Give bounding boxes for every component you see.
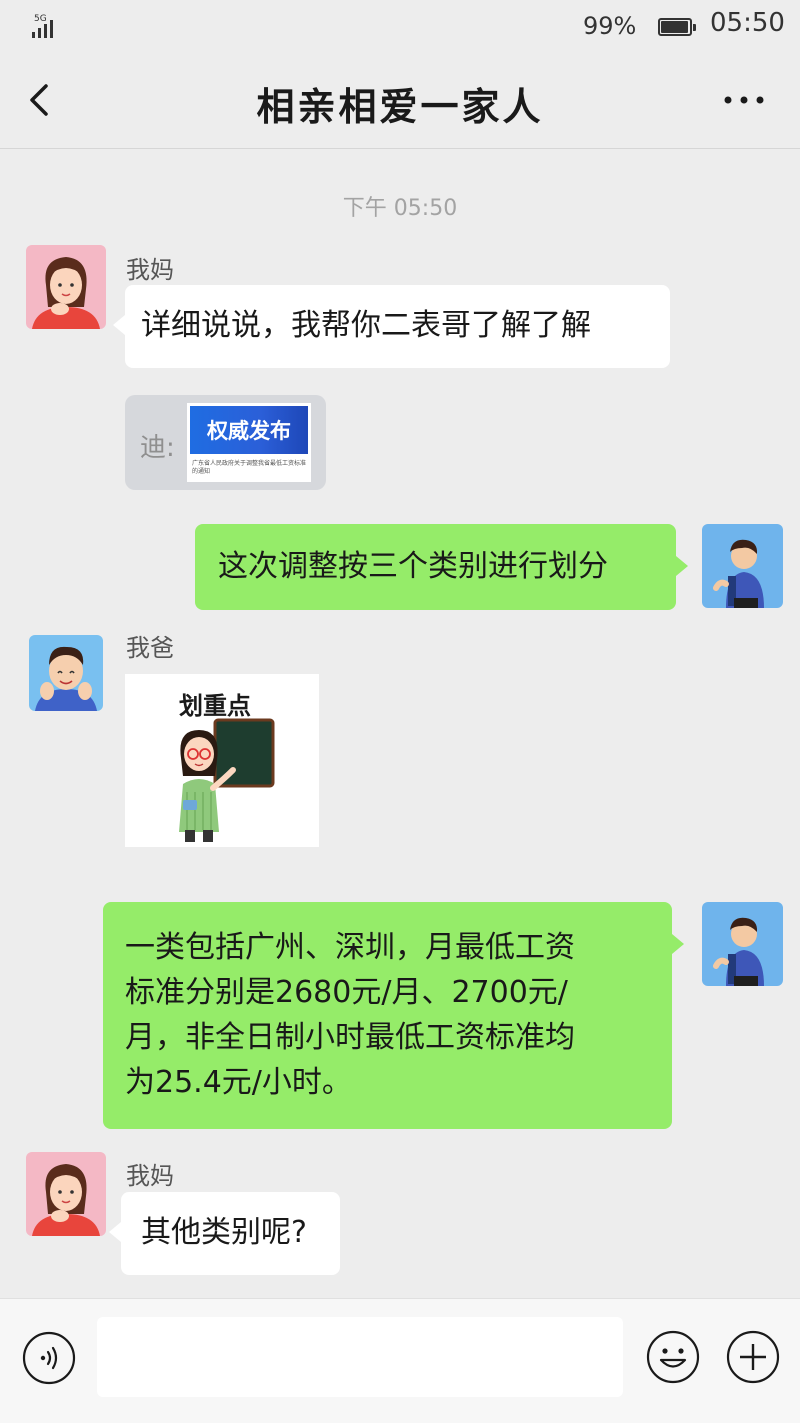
voice-icon[interactable] <box>22 1331 76 1385</box>
message-text: 详细说说，我帮你二表哥了解了解 <box>141 308 591 343</box>
message-text-line: 为25.4元/小时。 <box>125 1065 352 1100</box>
chat-header: 相亲相爱一家人 <box>0 52 800 149</box>
signal-icon: 5G <box>30 14 74 38</box>
ellipsis-icon[interactable] <box>722 82 766 118</box>
mom-avatar[interactable] <box>26 1152 106 1236</box>
message-bubble[interactable]: 详细说说，我帮你二表哥了解了解 <box>113 285 670 368</box>
chat-title: 相亲相爱一家人 <box>256 85 544 129</box>
mom-avatar[interactable] <box>26 245 106 329</box>
sticker-image[interactable]: 划重点 <box>125 674 319 847</box>
message-input[interactable] <box>97 1317 623 1397</box>
sender-name: 我妈 <box>126 1162 174 1190</box>
status-time: 05:50 <box>710 8 785 38</box>
sender-name: 我妈 <box>126 256 174 284</box>
message-text: 其他类别呢? <box>141 1215 307 1250</box>
battery-icon <box>658 18 698 38</box>
battery-percent: 99% <box>583 12 637 40</box>
smiley-icon[interactable] <box>645 1329 701 1385</box>
message-bubble[interactable]: 这次调整按三个类别进行划分 <box>195 524 688 610</box>
sender-name: 我爸 <box>126 634 174 662</box>
status-bar: 5G 99% 05:50 <box>0 0 800 52</box>
dad-avatar[interactable] <box>29 635 103 711</box>
message-bubble[interactable]: 其他类别呢? <box>109 1192 340 1275</box>
article-thumbnail[interactable]: 权威发布 广东省人民政府关于调整我省最低工资标准的通知 <box>187 403 311 482</box>
article-caption: 广东省人民政府关于调整我省最低工资标准的通知 <box>192 460 307 475</box>
message-bubble[interactable]: 一类包括广州、深圳，月最低工资 标准分别是2680元/月、2700元/ 月，非全… <box>103 902 684 1129</box>
message-text-line: 月，非全日制小时最低工资标准均 <box>125 1020 575 1055</box>
message-text-line: 一类包括广州、深圳，月最低工资 <box>125 930 575 965</box>
article-title: 权威发布 <box>207 419 291 443</box>
my-avatar[interactable] <box>702 902 783 986</box>
input-bar <box>0 1298 800 1423</box>
message-text-line: 标准分别是2680元/月、2700元/ <box>125 975 568 1010</box>
quote-prefix: 迪: <box>140 433 175 463</box>
message-text: 这次调整按三个类别进行划分 <box>218 549 608 584</box>
plus-icon[interactable] <box>725 1329 781 1385</box>
message-timestamp: 下午 05:50 <box>342 196 458 221</box>
quoted-message[interactable]: 迪: 权威发布 广东省人民政府关于调整我省最低工资标准的通知 <box>125 395 326 490</box>
my-avatar[interactable] <box>702 524 783 608</box>
